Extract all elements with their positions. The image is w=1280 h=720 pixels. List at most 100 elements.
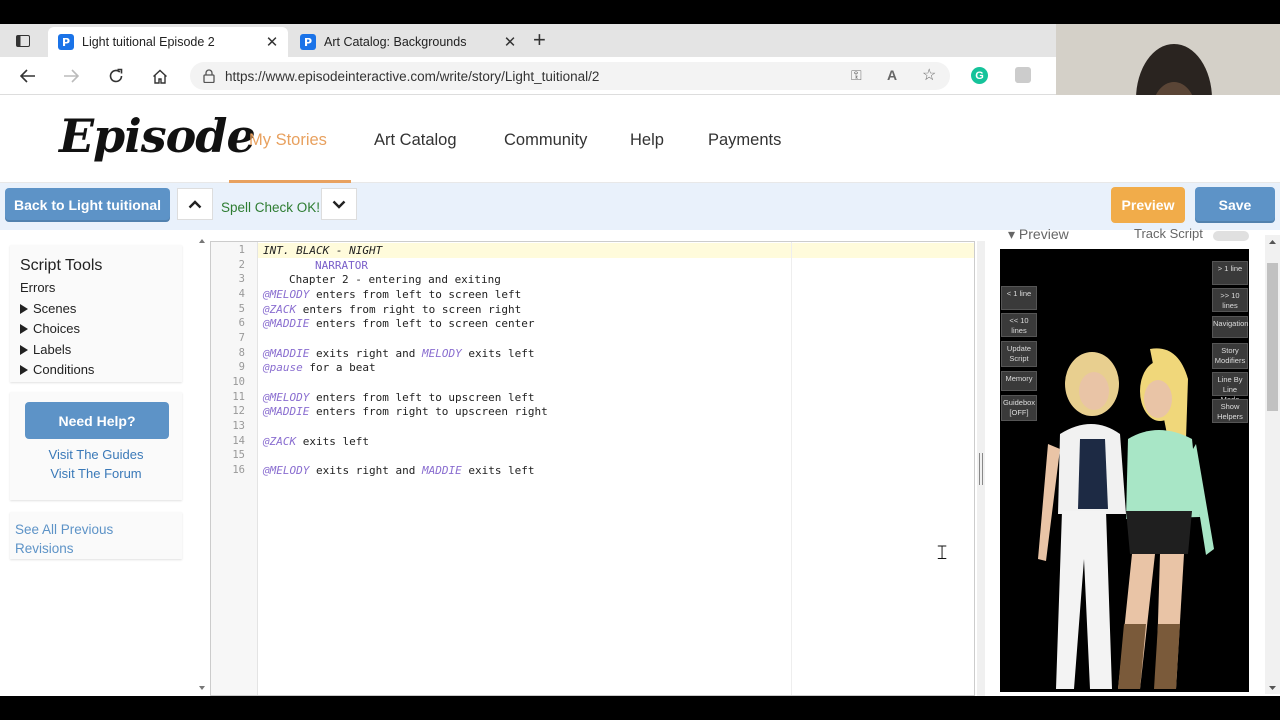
chevron-up-icon[interactable] (177, 188, 213, 220)
code-line-6: @MADDIE enters from left to screen cente… (263, 317, 535, 330)
text-cursor-icon: 𝙸 (935, 540, 950, 564)
previous-revisions-link[interactable]: See All Previous Revisions (15, 520, 155, 558)
read-aloud-icon[interactable]: A (887, 67, 897, 83)
direction-text: enters from left to upscreen left (309, 391, 535, 404)
nav-art-catalog[interactable]: Art Catalog (374, 131, 457, 150)
home-icon[interactable] (149, 65, 171, 87)
back-1-line-button[interactable]: < 1 line (1001, 286, 1037, 310)
episode-favicon-icon: P (58, 34, 74, 50)
direction-text: enters from left to screen left (309, 288, 522, 301)
splitter-grip-icon[interactable] (979, 453, 983, 485)
key-icon[interactable]: ⚿ (851, 67, 862, 84)
character-tag: @MELODY (263, 288, 310, 301)
revisions-panel: See All Previous Revisions (10, 512, 182, 559)
tab-actions-icon[interactable] (12, 32, 34, 50)
choices-label: Choices (33, 321, 80, 336)
close-tab-icon[interactable]: ✕ (262, 33, 282, 51)
url-field[interactable]: https://www.episodeinteractive.com/write… (190, 62, 950, 90)
scenes-toggle[interactable]: Scenes (20, 301, 76, 316)
code-line-16: @MELODY exits right and MADDIE exits lef… (263, 464, 535, 477)
top-black-strip (0, 0, 1280, 24)
code-line-5: @ZACK enters from right to screen right (263, 303, 521, 316)
character-tag: @MELODY (263, 391, 310, 404)
visit-forum-link[interactable]: Visit The Forum (10, 466, 182, 481)
character-tag: MELODY (421, 347, 462, 360)
line-number: 13 (232, 420, 245, 432)
story-preview-screen[interactable]: < 1 line << 10 lines Update Script Memor… (1000, 249, 1249, 692)
line-number: 11 (232, 391, 245, 403)
command-tag: @pause (263, 361, 303, 374)
lock-icon (203, 69, 215, 83)
print-margin (791, 242, 792, 695)
code-line-1: INT. BLACK - NIGHT (263, 244, 382, 257)
guidebox-button[interactable]: Guidebox [OFF] (1001, 395, 1037, 421)
labels-label: Labels (33, 342, 72, 357)
back-10-lines-button[interactable]: << 10 lines (1001, 313, 1037, 337)
episode-logo[interactable]: Episode (59, 109, 256, 163)
nav-help[interactable]: Help (630, 131, 664, 150)
memory-button[interactable]: Memory (1001, 371, 1037, 391)
choices-toggle[interactable]: Choices (20, 321, 80, 336)
line-number: 3 (238, 273, 245, 285)
direction-text: exits right and (309, 464, 422, 477)
back-arrow-icon[interactable] (17, 65, 39, 87)
site-header: Episode My Stories Art Catalog Community… (0, 95, 1280, 183)
direction-text: enters from right to upscreen right (309, 405, 548, 418)
line-number: 8 (238, 347, 245, 359)
conditions-toggle[interactable]: Conditions (20, 362, 94, 377)
episode-page: Episode My Stories Art Catalog Community… (0, 95, 1280, 696)
favorite-star-icon[interactable]: ☆ (922, 65, 936, 85)
line-number: 7 (238, 332, 245, 344)
line-number: 4 (238, 288, 245, 300)
nav-community[interactable]: Community (504, 131, 587, 150)
labels-toggle[interactable]: Labels (20, 342, 71, 357)
script-editor[interactable]: 1 2 3 4 5 6 7 8 9 10 11 12 13 14 15 16 I… (210, 241, 975, 696)
extension-icon[interactable] (1015, 67, 1031, 83)
refresh-icon[interactable] (105, 65, 127, 87)
close-tab-icon[interactable]: ✕ (500, 33, 520, 51)
track-script-label: Track Script (1134, 226, 1203, 241)
forward-1-line-button[interactable]: > 1 line (1212, 261, 1248, 285)
code-line-11: @MELODY enters from left to upscreen lef… (263, 391, 535, 404)
direction-text: enters from right to screen right (296, 303, 522, 316)
track-script-toggle[interactable] (1213, 231, 1249, 241)
line-by-line-mode-button[interactable]: Line By Line Mode (1212, 372, 1248, 404)
grammarly-extension-icon[interactable]: G (971, 67, 988, 84)
new-tab-icon[interactable]: + (533, 29, 546, 51)
character-tag: @MADDIE (263, 347, 310, 360)
direction-text: exits left (461, 464, 535, 477)
code-line-9: @pause for a beat (263, 361, 376, 374)
tab-light-tuitional[interactable]: P Light tuitional Episode 2 ✕ (48, 27, 288, 57)
errors-link[interactable]: Errors (20, 280, 55, 295)
expand-triangle-icon (20, 365, 28, 375)
story-modifiers-button[interactable]: Story Modifiers (1212, 343, 1248, 369)
nav-my-stories[interactable]: My Stories (249, 131, 327, 150)
character-tag: @MADDIE (263, 317, 310, 330)
preview-button[interactable]: Preview (1111, 187, 1185, 223)
navigation-button[interactable]: Navigation (1212, 316, 1248, 338)
show-helpers-button[interactable]: Show Helpers (1212, 399, 1248, 423)
editor-scrollbar[interactable] (196, 235, 208, 694)
character-tag: @MELODY (263, 464, 310, 477)
visit-guides-link[interactable]: Visit The Guides (10, 447, 182, 462)
code-line-2: NARRATOR (315, 259, 368, 272)
tab-art-catalog[interactable]: P Art Catalog: Backgrounds ✕ (290, 27, 526, 57)
back-to-story-button[interactable]: Back to Light tuitional (5, 188, 170, 222)
character-tag: @ZACK (263, 435, 297, 448)
forward-arrow-icon[interactable] (60, 65, 82, 87)
preview-title-text: Preview (1018, 226, 1069, 242)
expand-triangle-icon (20, 304, 28, 314)
update-script-button[interactable]: Update Script (1001, 341, 1037, 367)
chevron-down-icon[interactable] (321, 188, 357, 220)
preview-pane: ▾ Preview Track Script < 1 line << 10 li… (985, 226, 1280, 696)
expand-triangle-icon (20, 345, 28, 355)
code-line-14: @ZACK exits left (263, 435, 369, 448)
tab-label: Light tuitional Episode 2 (82, 35, 215, 49)
dialogue-text: Chapter 2 - entering and exiting (289, 273, 501, 286)
save-button[interactable]: Save (1195, 187, 1275, 223)
need-help-button[interactable]: Need Help? (25, 402, 169, 439)
nav-payments[interactable]: Payments (708, 131, 781, 150)
forward-10-lines-button[interactable]: >> 10 lines (1212, 288, 1248, 312)
narrator-tag: NARRATOR (315, 259, 368, 272)
page-scrollbar-thumb[interactable] (1267, 263, 1278, 411)
